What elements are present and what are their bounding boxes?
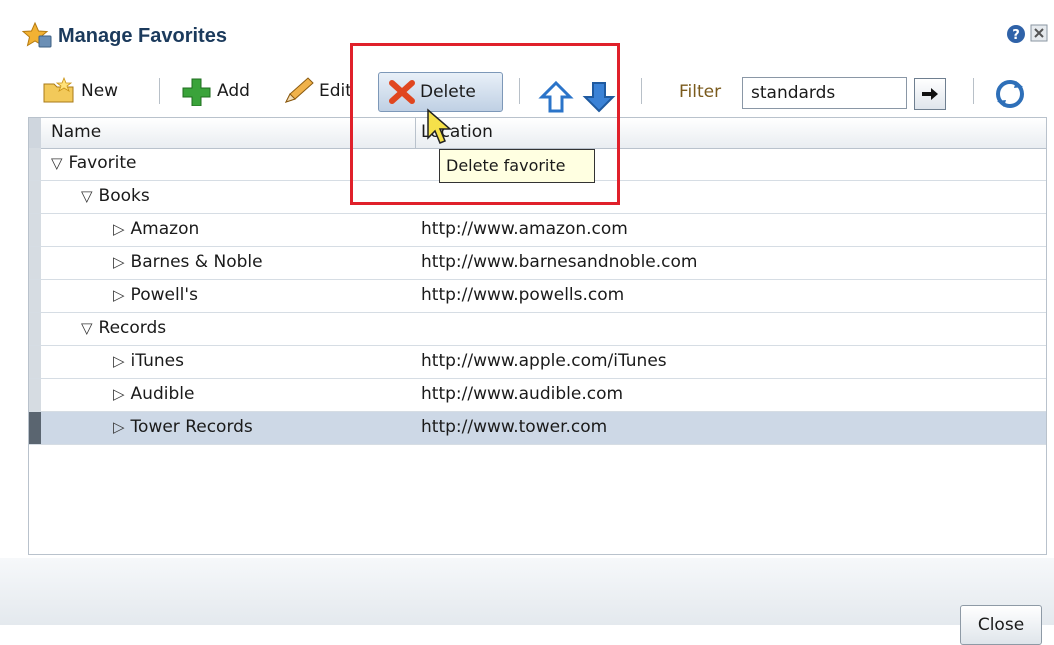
expand-triangle-icon[interactable]: ▷: [113, 352, 125, 370]
new-button-label: New: [81, 81, 119, 101]
toolbar-separator: [641, 78, 642, 104]
edit-button[interactable]: Edit: [282, 70, 352, 112]
table-row[interactable]: ▷ Audible http://www.audible.com: [29, 379, 1046, 412]
new-folder-icon: [43, 76, 74, 103]
edit-button-label: Edit: [319, 81, 352, 101]
row-name-label: Amazon: [130, 219, 200, 239]
row-name-cell: ▽ Records: [81, 318, 166, 338]
expand-triangle-icon[interactable]: ▷: [113, 418, 125, 436]
table-row[interactable]: ▷ iTunes http://www.apple.com/iTunes: [29, 346, 1046, 379]
row-location-cell: http://www.audible.com: [421, 384, 624, 404]
table-row[interactable]: ▽ Records: [29, 313, 1046, 346]
row-handle[interactable]: [29, 181, 41, 213]
row-handle[interactable]: [29, 313, 41, 345]
row-name-cell: ▷ iTunes: [113, 351, 184, 371]
expand-triangle-icon[interactable]: ▷: [113, 286, 125, 304]
filter-label: Filter: [679, 82, 722, 102]
row-location-cell: http://www.barnesandnoble.com: [421, 252, 698, 272]
pencil-icon: [285, 77, 314, 103]
toolbar-separator: [973, 78, 974, 104]
expand-triangle-icon[interactable]: ▷: [113, 253, 125, 271]
row-name-cell: ▽ Favorite: [51, 153, 136, 173]
row-name-cell: ▷ Barnes & Noble: [113, 252, 263, 272]
row-handle[interactable]: [29, 280, 41, 312]
row-name-label: Audible: [130, 384, 195, 404]
refresh-icon[interactable]: [993, 78, 1027, 110]
row-location-cell: http://www.tower.com: [421, 417, 608, 437]
collapse-triangle-icon[interactable]: ▽: [51, 154, 63, 172]
expand-triangle-icon[interactable]: ▷: [113, 220, 125, 238]
row-handle[interactable]: [29, 379, 41, 411]
dialog-footer: [0, 558, 1054, 625]
header-handle: [29, 118, 41, 148]
row-handle[interactable]: [29, 148, 41, 180]
row-name-label: Favorite: [68, 153, 137, 173]
row-name-cell: ▷ Audible: [113, 384, 194, 404]
close-button[interactable]: Close: [960, 605, 1042, 645]
expand-triangle-icon[interactable]: ▷: [113, 385, 125, 403]
row-location-cell: http://www.apple.com/iTunes: [421, 351, 667, 371]
row-name-label: iTunes: [130, 351, 184, 371]
help-icon[interactable]: ?: [1006, 24, 1026, 44]
row-location-cell: http://www.powells.com: [421, 285, 625, 305]
manage-favorites-dialog: Manage Favorites ? New Add Edit Delete F…: [0, 0, 1054, 645]
row-name-cell: ▽ Books: [81, 186, 150, 206]
mouse-cursor-icon: [427, 108, 453, 144]
toolbar-separator: [159, 78, 160, 104]
favorites-star-icon: [22, 21, 52, 48]
add-button-label: Add: [217, 81, 250, 101]
row-name-label: Powell's: [130, 285, 198, 305]
plus-icon: [182, 78, 211, 106]
filter-go-button[interactable]: [914, 78, 946, 110]
filter-input[interactable]: [742, 77, 907, 109]
row-name-cell: ▷ Amazon: [113, 219, 199, 239]
arrow-right-icon: [922, 88, 938, 100]
new-button[interactable]: New: [40, 70, 118, 112]
row-name-label: Barnes & Noble: [130, 252, 263, 272]
row-name-label: Tower Records: [130, 417, 253, 437]
collapse-triangle-icon[interactable]: ▽: [81, 319, 93, 337]
row-handle[interactable]: [29, 346, 41, 378]
svg-text:?: ?: [1012, 28, 1020, 43]
delete-tooltip: Delete favorite: [439, 149, 595, 183]
row-handle[interactable]: [29, 412, 41, 444]
row-name-label: Books: [98, 186, 150, 206]
close-icon[interactable]: [1030, 24, 1048, 42]
table-row[interactable]: ▷ Barnes & Noble http://www.barnesandnoble…: [29, 247, 1046, 280]
column-header-name[interactable]: Name: [51, 122, 101, 142]
table-row[interactable]: ▷ Amazon http://www.amazon.com: [29, 214, 1046, 247]
table-row[interactable]: ▷ Tower Records http://www.tower.com: [29, 412, 1046, 445]
dialog-title: Manage Favorites: [58, 24, 227, 47]
dialog-header: Manage Favorites: [22, 18, 227, 54]
row-name-cell: ▷ Powell's: [113, 285, 198, 305]
row-name-cell: ▷ Tower Records: [113, 417, 253, 437]
row-handle[interactable]: [29, 247, 41, 279]
collapse-triangle-icon[interactable]: ▽: [81, 187, 93, 205]
row-name-label: Records: [98, 318, 167, 338]
row-location-cell: http://www.amazon.com: [421, 219, 628, 239]
table-row[interactable]: ▷ Powell's http://www.powells.com: [29, 280, 1046, 313]
row-handle[interactable]: [29, 214, 41, 246]
add-button[interactable]: Add: [180, 70, 250, 112]
